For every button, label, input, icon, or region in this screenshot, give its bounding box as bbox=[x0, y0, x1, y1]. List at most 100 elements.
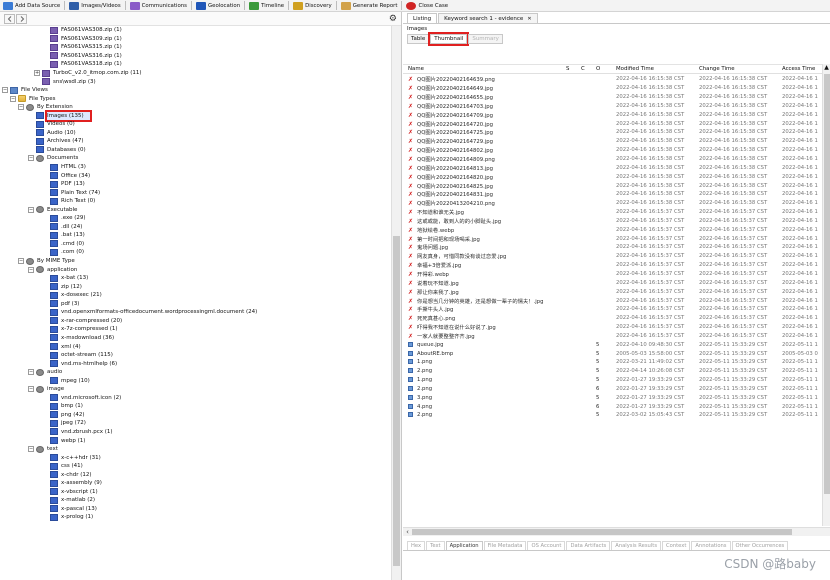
table-row[interactable]: ✗ 幸福+3倍爱派.jpg 2022-04-16 16:15:37 CST 2022-… bbox=[403, 261, 830, 270]
collapse-icon[interactable]: − bbox=[10, 95, 16, 102]
tree-node[interactable]: x-msdownload (36) bbox=[0, 334, 392, 343]
tree-node[interactable]: png (42) bbox=[0, 411, 392, 420]
viewer-tab-application[interactable]: Application bbox=[445, 541, 483, 550]
table-row[interactable]: ✗ QQ图片20220402164703.jpg 2022-04-16 16:15:… bbox=[403, 102, 830, 111]
tree-node[interactable]: HTML (3) bbox=[0, 163, 392, 172]
table-row[interactable]: AboutRE.bmp 5 2005-05-03 15:58:00 CST 2022-… bbox=[403, 349, 830, 358]
collapse-icon[interactable]: − bbox=[28, 369, 34, 376]
tree-node[interactable]: Videos (0) bbox=[0, 120, 392, 129]
column-header-s[interactable]: S bbox=[561, 66, 576, 72]
table-row[interactable]: ✗ QQ图片20220402164725.jpg 2022-04-16 16:15:… bbox=[403, 128, 830, 137]
viewer-tab-os-account[interactable]: OS Account bbox=[527, 541, 566, 550]
table-horizontal-scrollbar[interactable]: ‹ bbox=[403, 527, 830, 536]
tree-node[interactable]: webp (1) bbox=[0, 436, 392, 445]
scroll-left-icon[interactable]: ‹ bbox=[403, 528, 412, 536]
table-row[interactable]: 1.png 5 2022-01-27 19:33:29 CST 2022-05-11 … bbox=[403, 376, 830, 385]
tree-node[interactable]: − Documents bbox=[0, 154, 392, 163]
tree-vertical-scrollbar[interactable] bbox=[391, 26, 401, 580]
column-header-modified-time[interactable]: Modified Time bbox=[611, 66, 694, 72]
tree-node[interactable]: vnd.ms-htmlhelp (6) bbox=[0, 359, 392, 368]
tree-node[interactable]: x-assembly (9) bbox=[0, 479, 392, 488]
table-row[interactable]: ✗ QQ图片20220402164831.jpg 2022-04-16 16:15:… bbox=[403, 190, 830, 199]
tree-node[interactable]: − By Extension bbox=[0, 103, 392, 112]
tree-node[interactable]: xml (4) bbox=[0, 342, 392, 351]
tree-node[interactable]: − File Views bbox=[0, 86, 392, 95]
table-row[interactable]: ✗ QQ图片20220402164809.png 2022-04-16 16:15:… bbox=[403, 155, 830, 164]
tree-node[interactable]: pdf (3) bbox=[0, 300, 392, 309]
geolocation-button[interactable]: Geolocation bbox=[193, 0, 243, 11]
viewer-tab-annotations[interactable]: Annotations bbox=[691, 541, 731, 550]
collapse-icon[interactable]: − bbox=[28, 446, 34, 453]
table-row[interactable]: 4.png 6 2022-01-27 19:33:29 CST 2022-05-11 … bbox=[403, 402, 830, 411]
viewer-tab-file-metadata[interactable]: File Metadata bbox=[483, 541, 527, 550]
table-row[interactable]: ✗ 那让你来我了.jpg 2022-04-16 16:15:37 CST 2022-0… bbox=[403, 287, 830, 296]
tree-node[interactable]: Plain Text (74) bbox=[0, 188, 392, 197]
tree-node[interactable]: x-7z-compressed (1) bbox=[0, 325, 392, 334]
table-row[interactable]: ✗ 网友真身，可惜同款没有谈过恋爱.jpg 2022-04-16 16:15:37 … bbox=[403, 252, 830, 261]
table-row[interactable]: ✗ 不知道和谁无关.jpg 2022-04-16 16:15:37 CST 2022-… bbox=[403, 208, 830, 217]
tree-node[interactable]: .dll (24) bbox=[0, 223, 392, 232]
collapse-icon[interactable]: − bbox=[28, 206, 34, 213]
timeline-button[interactable]: Timeline bbox=[246, 0, 287, 11]
tree-node[interactable]: x-prolog (1) bbox=[0, 513, 392, 522]
table-row[interactable]: ✗ 这或或能，敢到人的的小脚趾头.jpg 2022-04-16 16:15:37 C… bbox=[403, 217, 830, 226]
tree-node[interactable]: zip (12) bbox=[0, 282, 392, 291]
table-row[interactable]: ✗ QQ图片20220402164709.jpg 2022-04-16 16:15:… bbox=[403, 110, 830, 119]
tree-node[interactable]: Images (135) bbox=[0, 109, 392, 122]
tree-node[interactable]: FAS061VAS309.zip (1) bbox=[0, 35, 392, 44]
table-row[interactable]: ✗ QQ图片20220402164802.jpg 2022-04-16 16:15:… bbox=[403, 146, 830, 155]
tree-node[interactable]: Databases (0) bbox=[0, 146, 392, 155]
add-data-source-button[interactable]: Add Data Source bbox=[0, 0, 63, 11]
table-vertical-scrollbar[interactable]: ▲ bbox=[822, 64, 830, 526]
tree-node[interactable]: PDF (13) bbox=[0, 180, 392, 189]
tree-node[interactable]: octet-stream (115) bbox=[0, 351, 392, 360]
tree-node[interactable]: Rich Text (0) bbox=[0, 197, 392, 206]
table-row[interactable]: ✗ QQ图片20220402164639.png 2022-04-16 16:15:… bbox=[403, 75, 830, 84]
table-row[interactable]: 1.png 5 2022-03-21 11:49:02 CST 2022-05-11 … bbox=[403, 358, 830, 367]
tree-node[interactable]: x-c++hdr (31) bbox=[0, 453, 392, 462]
scroll-up-icon[interactable]: ▲ bbox=[823, 64, 830, 72]
tree-node[interactable]: jpeg (72) bbox=[0, 419, 392, 428]
table-row[interactable]: ✗ QQ图片20220402164655.jpg 2022-04-16 16:15:… bbox=[403, 93, 830, 102]
tree-node[interactable]: Office (34) bbox=[0, 171, 392, 180]
column-header-change-time[interactable]: Change Time bbox=[694, 66, 777, 72]
table-row[interactable]: ✗ QQ图片20220402164825.jpg 2022-04-16 16:15:… bbox=[403, 181, 830, 190]
tree-node[interactable]: x-matlab (2) bbox=[0, 496, 392, 505]
tree-scroll-thumb[interactable] bbox=[393, 236, 400, 566]
tree-node[interactable]: FAS061VAS315.zip (1) bbox=[0, 43, 392, 52]
table-row[interactable]: ✗ 开得彩.webp 2022-04-16 16:15:37 CST 2022-04-… bbox=[403, 270, 830, 279]
table-row[interactable]: ✗ QQ图片20220402164813.jpg 2022-04-16 16:15:… bbox=[403, 163, 830, 172]
column-header-name[interactable]: Name bbox=[403, 66, 561, 72]
viewer-tab-other-occurrences[interactable]: Other Occurrences bbox=[731, 541, 789, 550]
tab-keyword-search-1-evidence[interactable]: Keyword search 1 - evidence ✕ bbox=[438, 13, 538, 23]
table-row[interactable]: ✗ 鬼场问题.jpg 2022-04-16 16:15:37 CST 2022-04-… bbox=[403, 243, 830, 252]
tree-node[interactable]: x-rar-compressed (20) bbox=[0, 317, 392, 326]
close-tab-icon[interactable]: ✕ bbox=[527, 16, 531, 22]
collapse-icon[interactable]: − bbox=[18, 104, 24, 111]
tree-node[interactable]: + TurboC_v2.0_itmop.com.zip (11) bbox=[0, 69, 392, 78]
table-row[interactable]: ✗ 第一时间把和现场喝采.jpg 2022-04-16 16:15:37 CST 20… bbox=[403, 234, 830, 243]
tree-node[interactable]: Audio (10) bbox=[0, 129, 392, 138]
settings-gear-icon[interactable]: ⚙ bbox=[389, 14, 397, 24]
tree-node[interactable]: − image bbox=[0, 385, 392, 394]
viewer-tab-text[interactable]: Text bbox=[426, 541, 445, 550]
tree-node[interactable]: bmp (1) bbox=[0, 402, 392, 411]
table-row[interactable]: ✗ QQ图片20220402164820.jpg 2022-04-16 16:15:… bbox=[403, 172, 830, 181]
tree-node[interactable]: vnd.microsoft.icon (2) bbox=[0, 394, 392, 403]
table-row[interactable]: ✗ QQ图片20220402164720.jpg 2022-04-16 16:15:… bbox=[403, 119, 830, 128]
collapse-icon[interactable]: − bbox=[28, 155, 34, 162]
table-row[interactable]: 3.png 5 2022-01-27 19:33:29 CST 2022-05-11 … bbox=[403, 393, 830, 402]
tree-node[interactable]: .com (0) bbox=[0, 248, 392, 257]
table-row[interactable]: 2.png 5 2022-04-14 10:26:08 CST 2022-05-11 … bbox=[403, 367, 830, 376]
table-row[interactable]: ✗ QQ图片20220402164729.jpg 2022-04-16 16:15:… bbox=[403, 137, 830, 146]
collapse-icon[interactable]: − bbox=[28, 386, 34, 393]
viewer-tab-analysis-results[interactable]: Analysis Results bbox=[611, 541, 662, 550]
tree-node[interactable]: css (41) bbox=[0, 462, 392, 471]
view-tab-thumbnail[interactable]: Thumbnail bbox=[428, 32, 470, 46]
table-row[interactable]: ✗ 一家人就要整整齐齐.jpg 2022-04-16 16:15:37 CST 202… bbox=[403, 331, 830, 340]
tree-node[interactable]: x-vbscript (1) bbox=[0, 488, 392, 497]
viewer-tab-hex[interactable]: Hex bbox=[407, 541, 426, 550]
table-row[interactable]: ✗ 你是想当几分钟的英雄，还是想做一辈子的懦夫！.jpg 2022-04-16 16… bbox=[403, 296, 830, 305]
tree-node[interactable]: vnd.zbrush.pcx (1) bbox=[0, 428, 392, 437]
tree-node[interactable]: mpeg (10) bbox=[0, 376, 392, 385]
